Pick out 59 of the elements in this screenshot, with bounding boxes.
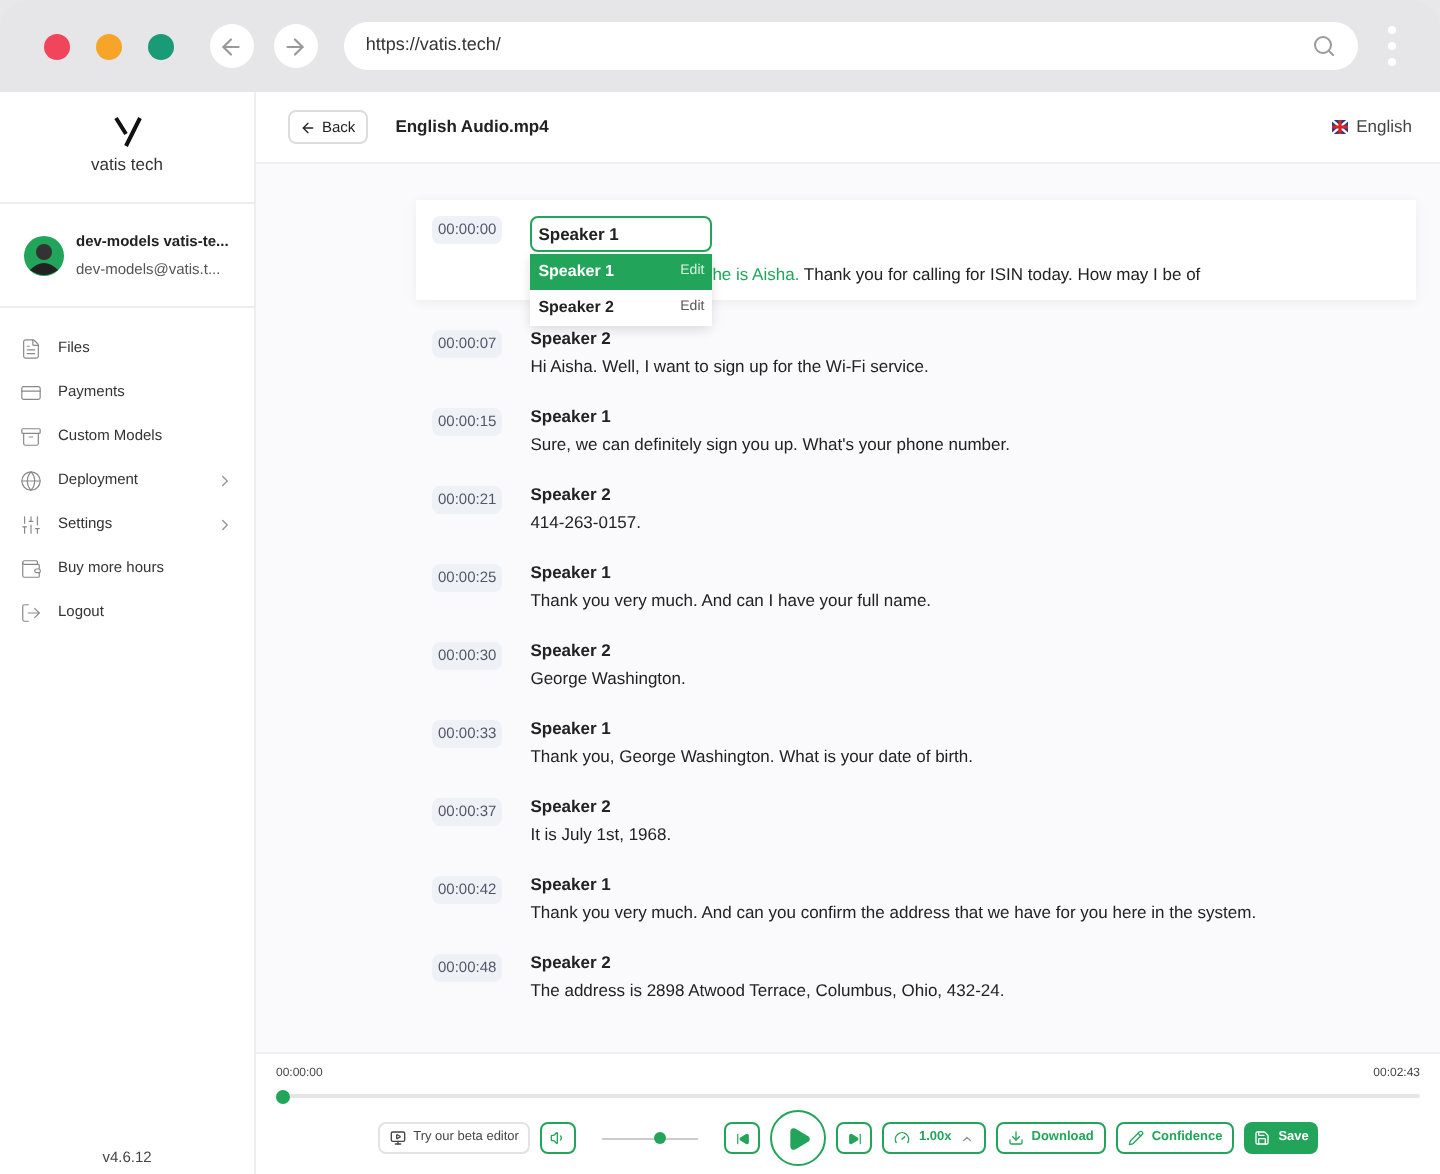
save-icon [1254,1130,1271,1146]
segment-text: Hi Aisha. Well, I want to sign up for the Wi-Fi service. [530,356,929,378]
flag-icon [1332,120,1349,134]
file-title: English Audio.mp4 [395,114,551,140]
back-nav-button[interactable] [209,24,254,68]
speaker-name[interactable]: Speaker 1 [530,718,973,740]
forward-nav-button[interactable] [273,24,318,68]
skip-forward-button[interactable] [836,1122,873,1154]
segment-text: Thank you very much. And can you confirm the address that we have for you here in the system. [530,902,1257,924]
chevron-up-icon [959,1131,974,1145]
speaker-name[interactable]: Speaker 1 [530,874,1257,896]
segment-text: Thank you, George Washington. What is your date of birth. [530,746,973,768]
segment-text: George Washington. [530,668,686,690]
segment-text: The address is 2898 Atwood Terrace, Columbus, Ohio, 432-24. [530,980,1005,1002]
play-icon [785,1125,812,1151]
wallet-icon [20,557,42,579]
skip-back-icon [735,1131,750,1145]
logo-icon [111,116,143,149]
skip-forward-icon [847,1131,862,1145]
arrow-left-icon [300,119,316,135]
speaker-name[interactable]: Speaker 1 [530,406,1010,428]
gauge-icon [894,1130,911,1146]
language-selector[interactable]: English [1332,114,1412,140]
speaker-field[interactable]: Speaker 1 [530,216,713,252]
download-icon [1007,1130,1024,1146]
pencil-icon [1127,1130,1144,1146]
address-bar[interactable]: https://vatis.tech/ [343,22,1359,70]
progress-thumb[interactable] [276,1089,290,1103]
segment-text: It is July 1st, 1968. [530,824,672,846]
sliders-icon [20,513,42,535]
volume-icon [550,1130,567,1146]
speaker-name[interactable]: Speaker 2 [530,640,686,662]
logo-text: vatis tech [91,152,163,178]
chevron-icon [216,471,234,489]
skip-back-button[interactable] [724,1122,761,1154]
globe-icon [20,469,42,491]
arrow-right-icon [282,33,309,59]
volume-button[interactable] [540,1122,577,1154]
chevron-icon [216,515,234,533]
speaker-name[interactable]: Speaker 2 [530,796,672,818]
editor-icon [389,1130,406,1146]
segment-text: 414-263-0157. [530,512,641,534]
url-text: https://vatis.tech/ [365,32,501,59]
file-icon [20,337,42,359]
speaker-name[interactable]: Speaker 2 [530,484,641,506]
segment-text: Sure, we can definitely sign you up. What's your phone number. [530,434,1010,456]
play-button[interactable] [770,1110,827,1166]
speaker-name[interactable]: Speaker 2 [530,328,929,350]
segment-text: he is Aisha. Thank you for calling for ISIN today. How may I be of [712,262,1201,288]
search-icon[interactable] [1312,34,1337,58]
box-icon [20,425,42,447]
segment-text: Thank you very much. And can I have your full name. [530,590,932,612]
speaker-name[interactable]: Speaker 1 [530,562,932,584]
speaker-name[interactable]: Speaker 2 [530,952,1005,974]
card-icon [20,381,42,403]
logout-icon [20,601,42,623]
avatar [24,235,64,275]
volume-thumb[interactable] [654,1132,667,1144]
arrow-left-icon [218,33,245,59]
